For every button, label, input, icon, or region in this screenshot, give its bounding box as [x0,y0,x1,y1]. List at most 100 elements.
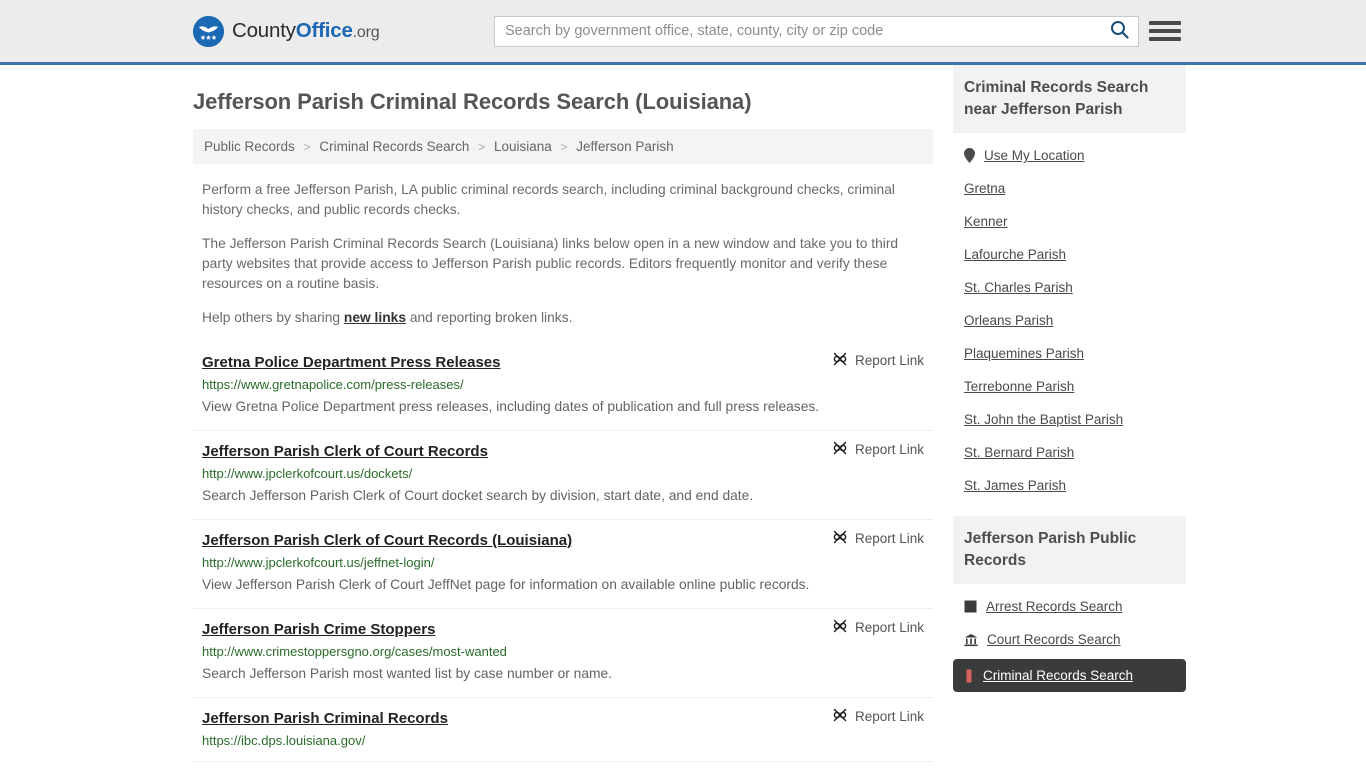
fingerprint-icon [964,600,977,613]
sidebar-item-court-records-search[interactable]: Court Records Search [953,623,1186,656]
broken-link-icon [832,618,848,637]
sidebar-item-arrest-records-search[interactable]: Arrest Records Search [953,590,1186,623]
result-description: View Gretna Police Department press rele… [202,399,820,414]
result-title-link[interactable]: Jefferson Parish Clerk of Court Records … [202,532,572,549]
intro-paragraph-3: Help others by sharing new links and rep… [193,308,933,328]
sidebar-item-use-my-location[interactable]: Use My Location [953,139,1186,172]
sidebar-item-label[interactable]: Use My Location [984,148,1085,163]
public-records-card: Jefferson Parish Public Records Arrest R… [953,516,1186,692]
broken-link-icon [832,529,848,548]
result-item: Jefferson Parish Clerk of Court Records … [193,520,933,609]
sidebar-item-st-john-the-baptist-parish[interactable]: St. John the Baptist Parish [953,403,1186,436]
result-description: Search Jefferson Parish most wanted list… [202,666,613,681]
sidebar-item-label[interactable]: Kenner [964,214,1008,229]
result-url[interactable]: https://www.gretnapolice.com/press-relea… [202,377,924,392]
intro-paragraph-1: Perform a free Jefferson Parish, LA publ… [202,182,895,217]
result-header: Jefferson Parish Crime Stoppers Report L… [202,618,924,638]
public-records-list: Arrest Records Search Court Records Sear… [953,584,1186,692]
breadcrumb-separator: > [560,140,568,154]
document-icon [964,669,974,683]
report-link-label: Report Link [854,620,924,635]
result-header: Jefferson Parish Clerk of Court Records … [202,529,924,549]
search-bar[interactable] [494,15,1139,47]
breadcrumb: Public Records > Criminal Records Search… [193,129,933,164]
result-description: Search Jefferson Parish Clerk of Court d… [202,488,754,503]
report-link-button[interactable]: Report Link [818,707,924,726]
page-title: Jefferson Parish Criminal Records Search… [193,89,752,114]
sidebar-item-orleans-parish[interactable]: Orleans Parish [953,304,1186,337]
breadcrumb-item-louisiana[interactable]: Louisiana [494,139,552,154]
sidebar-item-lafourche-parish[interactable]: Lafourche Parish [953,238,1186,271]
report-link-button[interactable]: Report Link [818,440,924,459]
main-content: Jefferson Parish Criminal Records Search… [193,65,933,762]
hamburger-menu-icon[interactable] [1149,21,1181,41]
sidebar: Criminal Records Search near Jefferson P… [953,65,1186,762]
result-url[interactable]: http://www.jpclerkofcourt.us/dockets/ [202,466,924,481]
logo-text-org: .org [352,24,380,41]
public-records-heading: Jefferson Parish Public Records [953,516,1186,584]
nearby-searches-list: Use My Location Gretna Kenner Lafourche … [953,133,1186,502]
sidebar-item-label[interactable]: Plaquemines Parish [964,346,1084,361]
logo-text-office: Office [295,19,353,42]
hamburger-bar [1149,21,1181,25]
nearby-searches-heading: Criminal Records Search near Jefferson P… [953,65,1186,133]
sidebar-item-label[interactable]: St. Bernard Parish [964,445,1074,460]
sidebar-item-st-james-parish[interactable]: St. James Parish [953,469,1186,502]
sidebar-item-label[interactable]: Orleans Parish [964,313,1053,328]
sidebar-item-st-bernard-parish[interactable]: St. Bernard Parish [953,436,1186,469]
courthouse-icon [964,633,978,647]
sidebar-item-terrebonne-parish[interactable]: Terrebonne Parish [953,370,1186,403]
result-title-link[interactable]: Gretna Police Department Press Releases [202,354,500,371]
sidebar-item-label[interactable]: St. Charles Parish [964,280,1073,295]
intro-paragraph-2: The Jefferson Parish Criminal Records Se… [202,236,899,291]
search-input[interactable] [495,16,1100,46]
broken-link-icon [832,351,848,370]
sidebar-item-label[interactable]: St. John the Baptist Parish [964,412,1123,427]
report-link-label: Report Link [854,531,924,546]
sidebar-item-plaquemines-parish[interactable]: Plaquemines Parish [953,337,1186,370]
sidebar-item-label[interactable]: St. James Parish [964,478,1066,493]
result-item: Jefferson Parish Crime Stoppers Report L… [193,609,933,698]
breadcrumb-item-criminal-records-search[interactable]: Criminal Records Search [319,139,469,154]
new-links-link[interactable]: new links [344,310,406,325]
site-header: CountyOffice.org [0,0,1366,65]
sidebar-item-label[interactable]: Court Records Search [987,632,1121,647]
site-logo[interactable]: CountyOffice.org [193,15,380,47]
page-body: Jefferson Parish Criminal Records Search… [0,65,1366,762]
result-url[interactable]: https://ibc.dps.louisiana.gov/ [202,733,924,748]
intro-3-post: and reporting broken links. [406,310,573,325]
sidebar-item-gretna[interactable]: Gretna [953,172,1186,205]
result-title-link[interactable]: Jefferson Parish Crime Stoppers [202,621,435,638]
result-description: View Jefferson Parish Clerk of Court Jef… [202,577,810,592]
sidebar-item-label[interactable]: Lafourche Parish [964,247,1066,262]
result-url[interactable]: http://www.crimestoppersgno.org/cases/mo… [202,644,924,659]
broken-link-icon [832,440,848,459]
breadcrumb-item-jefferson-parish[interactable]: Jefferson Parish [576,139,673,154]
result-title-link[interactable]: Jefferson Parish Clerk of Court Records [202,443,488,460]
result-item: Jefferson Parish Clerk of Court Records … [193,431,933,520]
sidebar-item-label[interactable]: Arrest Records Search [986,599,1123,614]
sidebar-item-label[interactable]: Criminal Records Search [983,668,1133,683]
logo-text-county: County [232,19,296,42]
map-pin-icon [964,148,975,163]
sidebar-item-label[interactable]: Terrebonne Parish [964,379,1074,394]
nearby-searches-card: Criminal Records Search near Jefferson P… [953,65,1186,502]
logo-text: CountyOffice.org [232,19,380,43]
intro-3-pre: Help others by sharing [202,310,344,325]
result-header: Jefferson Parish Clerk of Court Records … [202,440,924,460]
sidebar-item-label[interactable]: Gretna [964,181,1005,196]
hamburger-bar [1149,29,1181,33]
result-item: Jefferson Parish Criminal Records Report… [193,698,933,762]
report-link-button[interactable]: Report Link [818,351,924,370]
result-title-link[interactable]: Jefferson Parish Criminal Records [202,710,448,727]
result-url[interactable]: http://www.jpclerkofcourt.us/jeffnet-log… [202,555,924,570]
report-link-label: Report Link [854,709,924,724]
sidebar-item-criminal-records-search[interactable]: Criminal Records Search [953,659,1186,692]
report-link-button[interactable]: Report Link [818,529,924,548]
sidebar-item-st-charles-parish[interactable]: St. Charles Parish [953,271,1186,304]
report-link-button[interactable]: Report Link [818,618,924,637]
sidebar-item-kenner[interactable]: Kenner [953,205,1186,238]
breadcrumb-item-public-records[interactable]: Public Records [204,139,295,154]
report-link-label: Report Link [854,442,924,457]
search-button[interactable] [1100,17,1138,46]
